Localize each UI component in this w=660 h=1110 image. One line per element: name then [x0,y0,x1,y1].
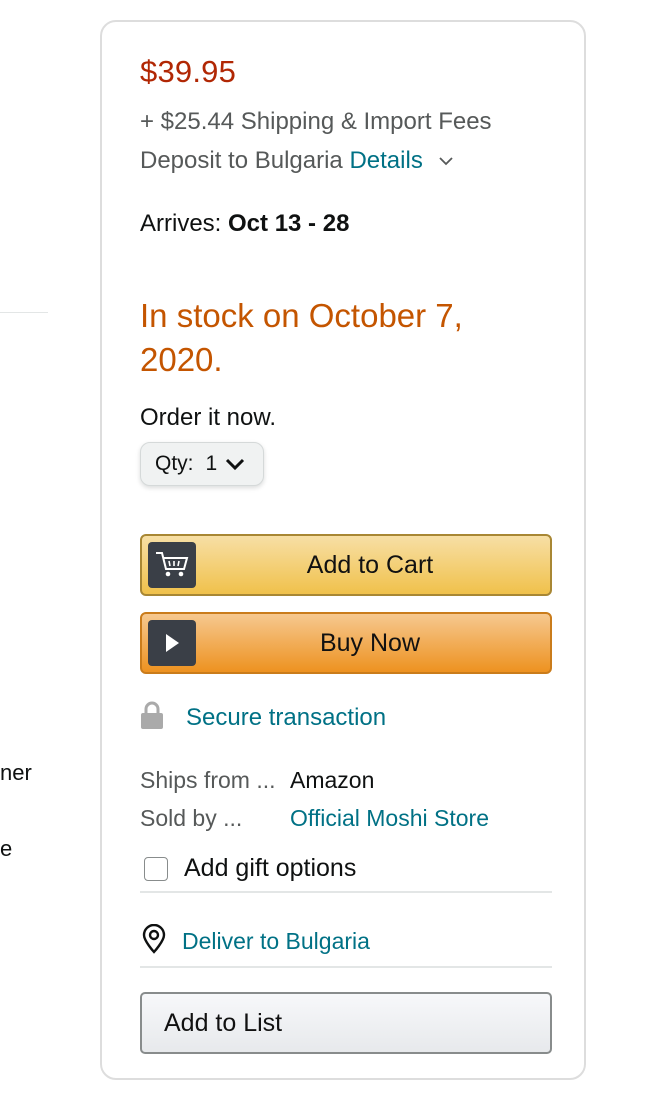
deposit-line: Deposit to Bulgaria Details [140,145,454,175]
arrives-label: Arrives: [140,210,222,237]
cart-icon [148,542,196,588]
arrives-dates: Oct 13 - 28 [228,210,350,237]
ships-from-value: Amazon [290,767,375,793]
sold-by-label: Sold by ... [140,805,243,831]
location-pin-icon [140,923,168,959]
product-page: ner e $39.95 + $25.44 Shipping & Import … [0,0,660,1110]
gift-options-label[interactable]: Add gift options [184,854,356,883]
details-link[interactable]: Details [349,147,422,174]
quantity-select[interactable]: Qty: 1 [140,442,264,486]
buy-box: $39.95 + $25.44 Shipping & Import Fees D… [100,20,586,1080]
secure-transaction-link[interactable]: Secure transaction [186,704,386,732]
add-to-cart-button[interactable]: Add to Cart [140,534,552,596]
deliver-to[interactable]: Deliver to Bulgaria [140,923,370,959]
gift-options[interactable]: Add gift options [144,854,356,883]
sold-by-row: Sold by ... Official Moshi Store [140,805,489,832]
deposit-text: Deposit to Bulgaria [140,147,343,174]
chevron-down-icon[interactable] [439,145,454,173]
add-to-list-button[interactable]: Add to List [140,992,552,1054]
buy-now-label: Buy Now [319,628,421,657]
left-text-fragment: e [0,836,13,861]
left-text-fragment: ner [0,760,32,785]
play-icon [148,620,196,666]
add-to-cart-label: Add to Cart [306,550,434,579]
buy-now-button[interactable]: Buy Now [140,612,552,674]
qty-label: Qty: [155,452,194,475]
secure-transaction[interactable]: Secure transaction [140,700,386,735]
shipping-fees: + $25.44 Shipping & Import Fees [140,108,492,135]
price: $39.95 [140,54,237,89]
qty-value: 1 [205,452,218,475]
divider [140,966,552,968]
order-now-text: Order it now. [140,404,277,431]
chevron-down-icon [225,458,245,471]
seller-link[interactable]: Official Moshi Store [290,805,489,831]
ships-from-label: Ships from ... [140,767,276,793]
stock-status: In stock on October 7, 2020. [140,297,463,378]
divider [140,891,552,893]
arrival-info: Arrives: Oct 13 - 28 [140,210,349,238]
left-divider [0,312,48,313]
gift-options-checkbox[interactable] [144,856,168,881]
lock-icon [140,700,164,735]
add-to-list-label: Add to List [164,1008,283,1037]
ships-from-row: Ships from ... Amazon [140,767,374,794]
deliver-to-link[interactable]: Deliver to Bulgaria [182,928,370,955]
